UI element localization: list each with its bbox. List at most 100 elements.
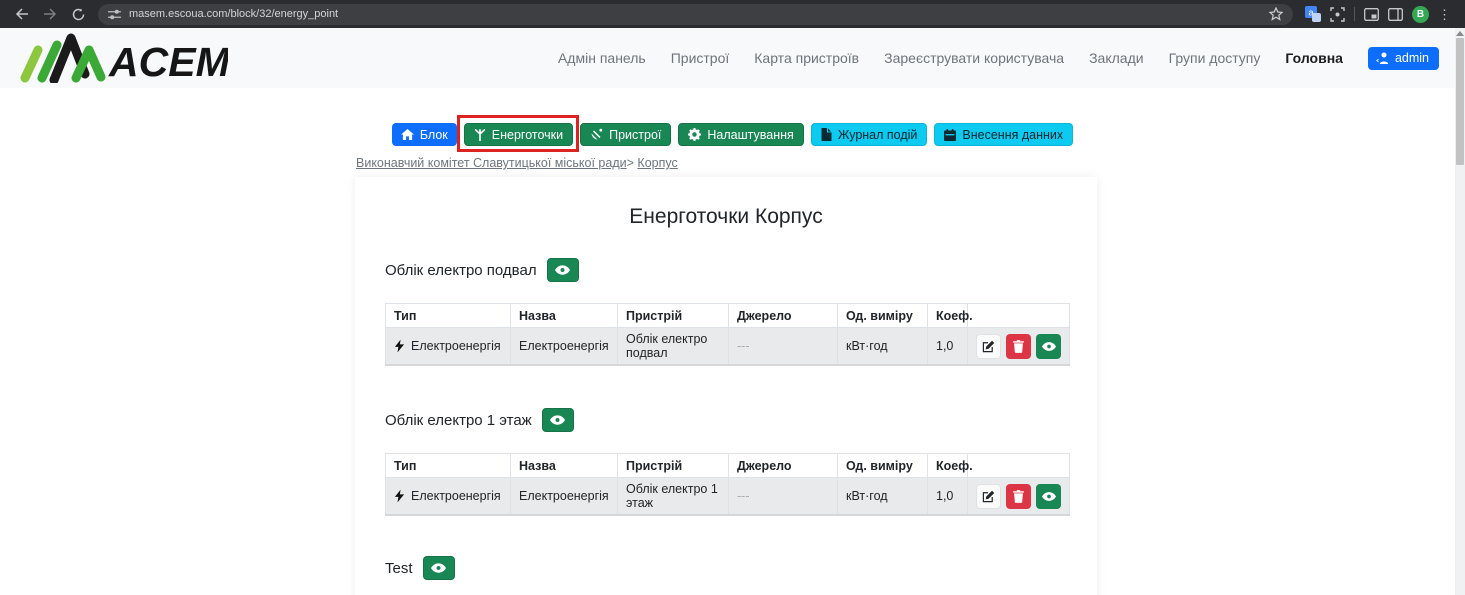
reload-icon[interactable] xyxy=(66,3,90,25)
address-bar[interactable]: masem.escoua.com/block/32/energy_point xyxy=(98,4,1293,25)
delete-button[interactable] xyxy=(1006,334,1031,359)
col-coef: Коеф. xyxy=(928,454,968,478)
col-name: Назва xyxy=(511,454,618,478)
devices-button[interactable]: Пристрої xyxy=(580,123,671,146)
scrollbar-up-arrow[interactable] xyxy=(1456,31,1464,36)
energy-points-button[interactable]: Енерготочки xyxy=(464,123,573,146)
cell-source: --- xyxy=(729,478,838,516)
site-settings-icon[interactable] xyxy=(108,9,121,20)
nav-access-groups[interactable]: Групи доступу xyxy=(1169,50,1261,66)
section-label: Облік електро 1 этаж xyxy=(385,412,532,429)
cell-type: Електроенергія xyxy=(411,489,501,503)
logo-text: ACEM xyxy=(108,39,228,83)
url-text[interactable]: masem.escoua.com/block/32/energy_point xyxy=(129,8,1261,20)
trash-icon xyxy=(1013,490,1024,503)
view-section-button[interactable] xyxy=(542,408,574,432)
screenshot-icon[interactable] xyxy=(1330,7,1345,22)
energy-table-floor1: Тип Назва Пристрій Джерело Од. виміру Ко… xyxy=(385,453,1070,516)
block-button[interactable]: Блок xyxy=(392,123,457,146)
nav-register-user[interactable]: Зареєструвати користувача xyxy=(884,50,1064,66)
lightning-icon xyxy=(394,489,405,503)
event-log-button-label: Журнал подій xyxy=(838,128,918,142)
cell-name: Електроенергія xyxy=(511,478,618,516)
lightning-icon xyxy=(394,339,405,353)
col-type: Тип xyxy=(386,304,511,328)
eye-icon xyxy=(1042,492,1056,501)
cell-type: Електроенергія xyxy=(411,339,501,353)
cell-device: Облік електро 1 этаж xyxy=(618,478,729,516)
delete-button[interactable] xyxy=(1006,484,1031,509)
view-button[interactable] xyxy=(1036,484,1061,509)
scrollbar-thumb[interactable] xyxy=(1456,38,1464,165)
eye-icon xyxy=(555,265,570,275)
section-label: Test xyxy=(385,560,413,577)
home-icon xyxy=(401,129,414,140)
profile-avatar[interactable]: B xyxy=(1412,6,1429,23)
eye-icon xyxy=(1042,342,1056,351)
cell-device: Облік електро подвал xyxy=(618,328,729,366)
edit-button[interactable] xyxy=(976,334,1001,359)
col-actions xyxy=(968,304,1070,328)
site-header: ACEM Адмін панель Пристрої Карта пристро… xyxy=(0,28,1465,88)
breadcrumb-root-link[interactable]: Виконавчий комітет Славутицької міської … xyxy=(356,156,627,170)
col-source: Джерело xyxy=(729,454,838,478)
table-row: Електроенергія Електроенергія Облік елек… xyxy=(386,328,1070,366)
back-icon[interactable] xyxy=(10,3,34,25)
main-content: Блок Енерготочки Пристрої Налашту xyxy=(0,88,1465,595)
forward-icon[interactable] xyxy=(38,3,62,25)
section-header-floor1: Облік електро 1 этаж xyxy=(385,408,1097,432)
col-coef: Коеф. xyxy=(928,304,968,328)
col-device: Пристрій xyxy=(618,304,729,328)
event-log-button[interactable]: Журнал подій xyxy=(811,123,928,146)
section-label: Облік електро подвал xyxy=(385,262,537,279)
satellite-icon xyxy=(590,128,603,141)
page-scrollbar[interactable] xyxy=(1455,28,1465,595)
admin-button[interactable]: admin xyxy=(1368,47,1439,70)
section-header-test: Test xyxy=(385,556,1097,580)
nav-institutions[interactable]: Заклади xyxy=(1089,50,1143,66)
data-entry-button-label: Внесення данних xyxy=(962,128,1063,142)
translate-icon[interactable]: a xyxy=(1305,6,1321,22)
nav-admin-panel[interactable]: Адмін панель xyxy=(558,50,646,66)
view-button[interactable] xyxy=(1036,334,1061,359)
table-row: Електроенергія Електроенергія Облік елек… xyxy=(386,478,1070,516)
sidebar-icon[interactable] xyxy=(1388,8,1403,21)
col-unit: Од. виміру xyxy=(838,454,928,478)
gear-icon xyxy=(688,128,701,141)
edit-button[interactable] xyxy=(976,484,1001,509)
nav-home[interactable]: Головна xyxy=(1285,50,1343,66)
pip-icon[interactable] xyxy=(1364,8,1379,21)
view-section-button[interactable] xyxy=(423,556,455,580)
col-source: Джерело xyxy=(729,304,838,328)
cell-name: Електроенергія xyxy=(511,328,618,366)
file-icon xyxy=(821,128,832,141)
data-entry-button[interactable]: Внесення данних xyxy=(934,123,1073,146)
cell-unit: кВт·год xyxy=(838,478,928,516)
settings-button-label: Налаштування xyxy=(707,128,793,142)
section-header-podval: Облік електро подвал xyxy=(385,258,1097,282)
settings-button[interactable]: Налаштування xyxy=(678,123,803,146)
cell-source: --- xyxy=(729,328,838,366)
nav-devices[interactable]: Пристрої xyxy=(671,50,730,66)
pencil-square-icon xyxy=(982,490,995,503)
block-toolbar: Блок Енерготочки Пристрої Налашту xyxy=(0,88,1465,146)
acem-logo[interactable]: ACEM xyxy=(16,33,228,83)
table-header-row: Тип Назва Пристрій Джерело Од. виміру Ко… xyxy=(386,454,1070,478)
browser-menu-icon[interactable]: ⋮ xyxy=(1438,8,1451,21)
view-section-button[interactable] xyxy=(547,258,579,282)
bookmark-star-icon[interactable] xyxy=(1269,7,1283,21)
admin-button-label: admin xyxy=(1395,51,1429,65)
energy-points-button-label: Енерготочки xyxy=(492,128,563,142)
nav-device-map[interactable]: Карта пристроїв xyxy=(754,50,859,66)
col-device: Пристрій xyxy=(618,454,729,478)
col-name: Назва xyxy=(511,304,618,328)
eye-icon xyxy=(550,415,565,425)
pencil-square-icon xyxy=(982,340,995,353)
user-icon xyxy=(1376,52,1390,64)
main-nav: Адмін панель Пристрої Карта пристроїв За… xyxy=(558,47,1439,70)
breadcrumb-current-link[interactable]: Корпус xyxy=(637,156,677,170)
eye-icon xyxy=(431,563,446,573)
col-unit: Од. виміру xyxy=(838,304,928,328)
energy-table-podval: Тип Назва Пристрій Джерело Од. виміру Ко… xyxy=(385,303,1070,366)
breadcrumb-separator: > xyxy=(627,156,634,170)
